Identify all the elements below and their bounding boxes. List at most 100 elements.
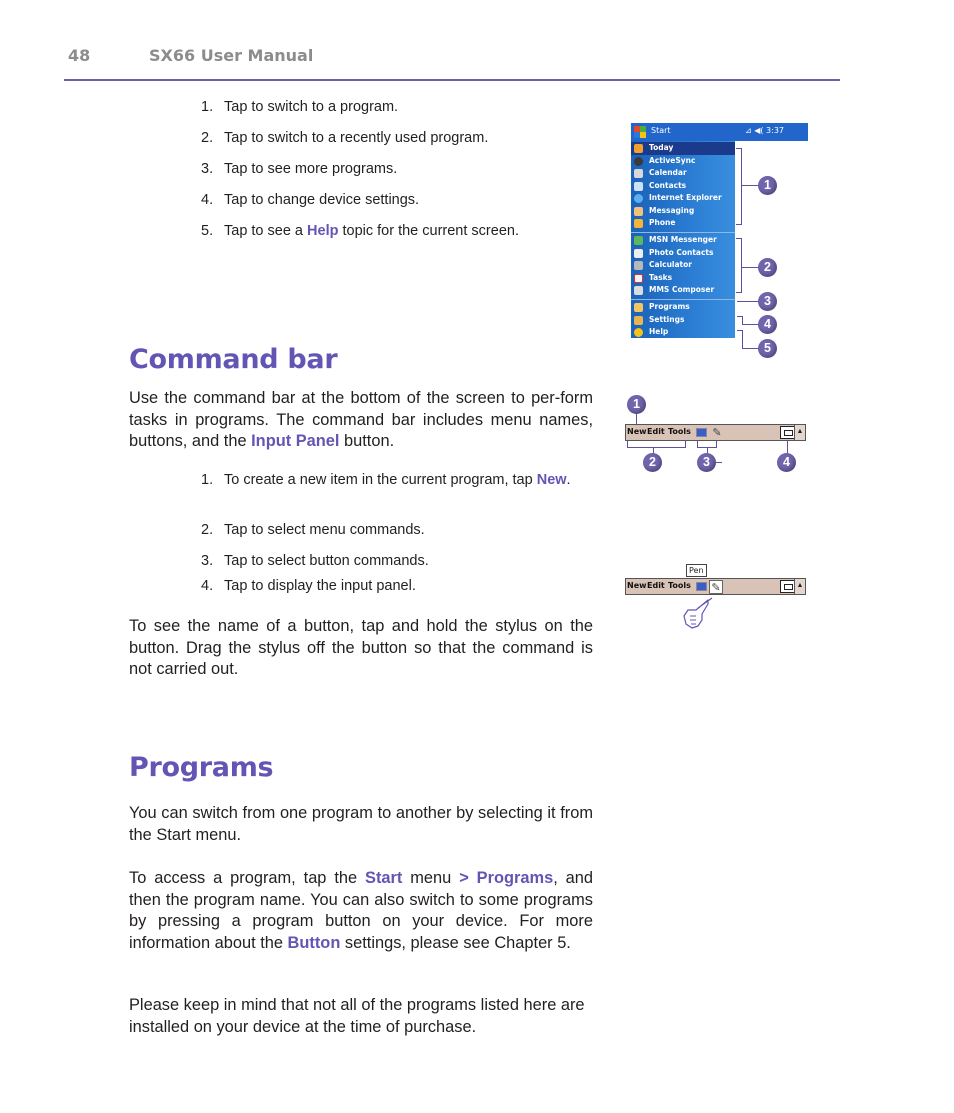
p2-text: To access a program, tap the	[129, 869, 366, 887]
page-number: 48	[68, 46, 91, 65]
item-number: 1.	[201, 99, 214, 115]
p2-text: menu	[402, 869, 460, 887]
list-item: 1. To create a new item in the current pr…	[201, 472, 593, 489]
pen-tooltip: Pen	[686, 564, 707, 577]
activesync-icon	[634, 156, 643, 166]
list-item: 2. Tap to switch to a recently used progr…	[201, 130, 488, 147]
pen-icon[interactable]: ✎	[709, 580, 723, 594]
menu-separator	[631, 299, 735, 300]
input-panel-arrow-icon[interactable]: ▲	[794, 425, 805, 440]
item-text: Tap to select button commands.	[224, 553, 429, 569]
menu-item-calculator[interactable]: Calculator	[631, 259, 735, 272]
menu-label: Contacts	[649, 180, 687, 190]
item-text: Tap to see more programs.	[224, 161, 398, 177]
programs-paragraph-2: To access a program, tap the Start menu …	[129, 868, 593, 955]
command-bar-intro: Use the command bar at the bottom of the…	[129, 388, 593, 453]
cb-bracket-2	[627, 440, 686, 448]
item-number: 1.	[201, 472, 214, 488]
p2-text: settings, please see Chapter 5.	[340, 934, 571, 953]
input-panel-arrow-icon[interactable]: ▲	[794, 579, 805, 594]
cb-callout-badge-3: 3	[697, 453, 716, 472]
programs-heading: Programs	[129, 752, 274, 783]
menu-item-contacts[interactable]: Contacts	[631, 180, 735, 193]
item-text: Tap to change device settings.	[224, 192, 420, 208]
menu-item-help[interactable]: Help	[631, 326, 735, 339]
menu-edit[interactable]: Edit	[647, 581, 665, 590]
menu-item-msn-messenger[interactable]: MSN Messenger	[631, 234, 735, 247]
title-bar: Start ⊿ ◀( 3:37	[631, 123, 808, 141]
contacts-icon	[634, 181, 643, 191]
menu-label: MMS Composer	[649, 285, 715, 294]
menu-label: Settings	[649, 314, 685, 324]
menu-item-photo-contacts[interactable]: Photo Contacts	[631, 247, 735, 260]
clock: 3:37	[766, 126, 784, 135]
start-label[interactable]: Start	[651, 126, 671, 135]
cb-callout-badge-4: 4	[777, 453, 796, 472]
photo-contacts-icon	[634, 248, 643, 258]
start-keyword: Start	[365, 869, 403, 887]
item-number: 4.	[201, 578, 214, 594]
menu-edit[interactable]: Edit	[647, 427, 665, 436]
menu-item-calendar[interactable]: Calendar	[631, 167, 735, 180]
cb-leader-4	[787, 440, 789, 453]
menu-tools[interactable]: Tools	[668, 581, 691, 590]
callout-leader-5b	[742, 330, 744, 349]
menu-item-internet-explorer[interactable]: Internet Explorer	[631, 192, 735, 205]
programs-keyword: > Programs	[459, 869, 554, 887]
menu-label: Programs	[649, 302, 690, 311]
callout-bracket-2	[736, 238, 742, 293]
phone-icon	[634, 219, 643, 228]
manual-title: SX66 User Manual	[149, 46, 314, 65]
status-area: ⊿ ◀( 3:37	[745, 126, 784, 135]
menu-item-settings[interactable]: Settings	[631, 314, 735, 327]
calendar-icon	[634, 169, 643, 178]
menu-label: Help	[649, 327, 669, 336]
volume-icon: ◀(	[754, 126, 767, 135]
menu-item-phone[interactable]: Phone	[631, 217, 735, 230]
list-item: 1. Tap to switch to a program.	[201, 99, 398, 116]
command-bar-tip: To see the name of a button, tap and hol…	[129, 617, 593, 679]
tasks-icon	[634, 273, 643, 283]
list-item: 3. Tap to select button commands.	[201, 553, 429, 570]
menu-item-tasks[interactable]: Tasks	[631, 272, 735, 285]
menu-label: Calendar	[649, 168, 687, 177]
help-keyword: Help	[307, 223, 339, 239]
input-panel-keyword: Input Panel	[251, 432, 340, 451]
internet-explorer-icon	[634, 194, 643, 203]
menu-label: Photo Contacts	[649, 247, 714, 257]
msn-messenger-icon	[634, 236, 643, 245]
menu-label: Calculator	[649, 260, 692, 269]
menu-tools[interactable]: Tools	[668, 427, 691, 436]
menu-item-activesync[interactable]: ActiveSync	[631, 155, 735, 168]
list-item: 3. Tap to see more programs.	[201, 161, 397, 178]
menu-item-messaging[interactable]: Messaging	[631, 205, 735, 218]
menu-new[interactable]: New	[627, 427, 647, 436]
item-number: 4.	[201, 192, 214, 208]
item-text: Tap to see a	[224, 223, 308, 239]
command-bar: New Edit Tools ✎ ▲	[625, 424, 806, 441]
menu-item-programs[interactable]: Programs	[631, 301, 735, 314]
programs-paragraph-1: You can switch from one program to anoth…	[129, 804, 593, 844]
toolbar-button-icon[interactable]	[696, 582, 707, 591]
list-item: 4. Tap to display the input panel.	[201, 578, 416, 595]
item-number: 3.	[201, 161, 214, 177]
toolbar-button-icon[interactable]	[696, 428, 707, 437]
start-menu-screenshot: Start ⊿ ◀( 3:37 Today ActiveSync Calenda…	[631, 123, 808, 338]
menu-new[interactable]: New	[627, 581, 647, 590]
list-item: 4. Tap to change device settings.	[201, 192, 419, 209]
menu-separator	[631, 232, 735, 233]
callout-leader-1	[742, 185, 759, 187]
item-number: 5.	[201, 223, 214, 239]
callout-leader-5c	[742, 348, 759, 350]
menu-item-today[interactable]: Today	[631, 142, 735, 155]
command-bar-heading: Command bar	[129, 344, 338, 375]
callout-bracket-1	[736, 148, 742, 225]
pen-icon[interactable]: ✎	[710, 426, 724, 440]
menu-item-mms-composer[interactable]: MMS Composer	[631, 284, 735, 297]
header-divider	[64, 79, 840, 81]
menu-label: Messaging	[649, 205, 695, 215]
item-text: To create a new item in the current prog…	[224, 472, 537, 488]
messaging-icon	[634, 206, 643, 216]
callout-badge-2: 2	[758, 258, 777, 277]
button-keyword: Button	[287, 934, 341, 953]
